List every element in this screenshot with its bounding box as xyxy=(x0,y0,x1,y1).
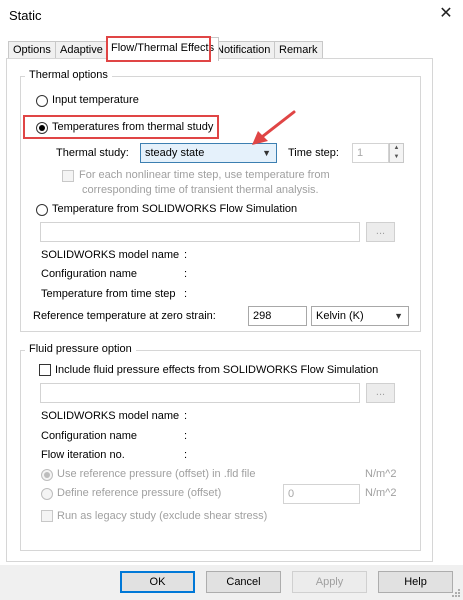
tab-adaptive[interactable]: Adaptive xyxy=(55,41,108,59)
title-bar xyxy=(0,0,463,32)
thermal-model-name-colon: : xyxy=(184,249,188,261)
temperature-unit-select[interactable]: Kelvin (K) ▼ xyxy=(311,306,409,326)
cancel-button[interactable]: Cancel xyxy=(206,571,281,593)
legacy-study-label: Run as legacy study (exclude shear stres… xyxy=(57,510,268,522)
fluid-file-input[interactable] xyxy=(40,383,360,403)
apply-button[interactable]: Apply xyxy=(292,571,367,593)
nonlinear-line-2: corresponding time of transient thermal … xyxy=(82,184,319,196)
temperature-from-flow-simulation-label: Temperature from SOLIDWORKS Flow Simulat… xyxy=(52,203,298,215)
temperature-from-time-step-label: Temperature from time step xyxy=(41,288,176,300)
spinner-down-icon[interactable]: ▼ xyxy=(390,153,403,162)
nonlinear-time-step-checkbox[interactable] xyxy=(62,170,74,182)
flow-simulation-browse-button[interactable]: ... xyxy=(366,222,395,242)
reference-temperature-input[interactable]: 298 xyxy=(248,306,307,326)
fluid-model-name-colon: : xyxy=(184,410,188,422)
include-fluid-pressure-label: Include fluid pressure effects from SOLI… xyxy=(55,364,379,376)
time-step-spinner[interactable]: ▲ ▼ xyxy=(389,143,404,163)
use-reference-pressure-radio[interactable] xyxy=(41,469,53,481)
temperature-unit-value: Kelvin (K) xyxy=(316,310,364,322)
define-reference-pressure-unit: N/m^2 xyxy=(365,487,397,499)
define-reference-pressure-radio[interactable] xyxy=(41,488,53,500)
tab-remark[interactable]: Remark xyxy=(274,41,323,59)
thermal-study-value: steady state xyxy=(145,147,205,159)
define-reference-pressure-label: Define reference pressure (offset) xyxy=(57,487,222,499)
fluid-browse-button[interactable]: ... xyxy=(366,383,395,403)
define-reference-pressure-input[interactable]: 0 xyxy=(283,484,360,504)
use-reference-pressure-label: Use reference pressure (offset) in .fld … xyxy=(57,468,256,480)
temperature-from-flow-simulation-radio[interactable] xyxy=(36,204,48,216)
temperature-from-time-step-colon: : xyxy=(184,288,188,300)
ok-button[interactable]: OK xyxy=(120,571,195,593)
spinner-up-icon[interactable]: ▲ xyxy=(390,144,403,153)
tab-highlight-box xyxy=(106,36,211,62)
thermal-study-highlight-box xyxy=(23,115,219,139)
thermal-options-legend: Thermal options xyxy=(25,69,112,81)
thermal-model-name-label: SOLIDWORKS model name xyxy=(41,249,180,261)
time-step-input[interactable]: 1 xyxy=(352,143,389,163)
help-button[interactable]: Help xyxy=(378,571,453,593)
thermal-config-name-label: Configuration name xyxy=(41,268,138,280)
chevron-down-icon: ▼ xyxy=(394,311,403,321)
resize-grip-icon[interactable] xyxy=(451,588,461,598)
fluid-model-name-label: SOLIDWORKS model name xyxy=(41,410,180,422)
include-fluid-pressure-checkbox[interactable] xyxy=(39,364,51,376)
close-icon[interactable]: ✕ xyxy=(436,4,456,24)
fluid-pressure-legend: Fluid pressure option xyxy=(25,343,136,355)
legacy-study-checkbox[interactable] xyxy=(41,510,53,522)
time-step-label: Time step: xyxy=(288,147,339,159)
reference-temperature-label: Reference temperature at zero strain: xyxy=(33,310,216,322)
input-temperature-radio[interactable] xyxy=(36,95,48,107)
input-temperature-label: Input temperature xyxy=(52,94,139,106)
thermal-study-label: Thermal study: xyxy=(56,147,129,159)
flow-iteration-colon: : xyxy=(184,449,188,461)
use-reference-pressure-unit: N/m^2 xyxy=(365,468,397,480)
thermal-config-name-colon: : xyxy=(184,268,188,280)
flow-simulation-file-input[interactable] xyxy=(40,222,360,242)
fluid-config-name-colon: : xyxy=(184,430,188,442)
flow-iteration-label: Flow iteration no. xyxy=(41,449,125,461)
tab-notification[interactable]: Notification xyxy=(211,41,276,59)
arrow-annotation-icon xyxy=(252,110,296,145)
fluid-config-name-label: Configuration name xyxy=(41,430,138,442)
window-title: Static xyxy=(9,8,42,23)
nonlinear-line-1: For each nonlinear time step, use temper… xyxy=(79,169,330,181)
tab-options[interactable]: Options xyxy=(8,41,56,59)
